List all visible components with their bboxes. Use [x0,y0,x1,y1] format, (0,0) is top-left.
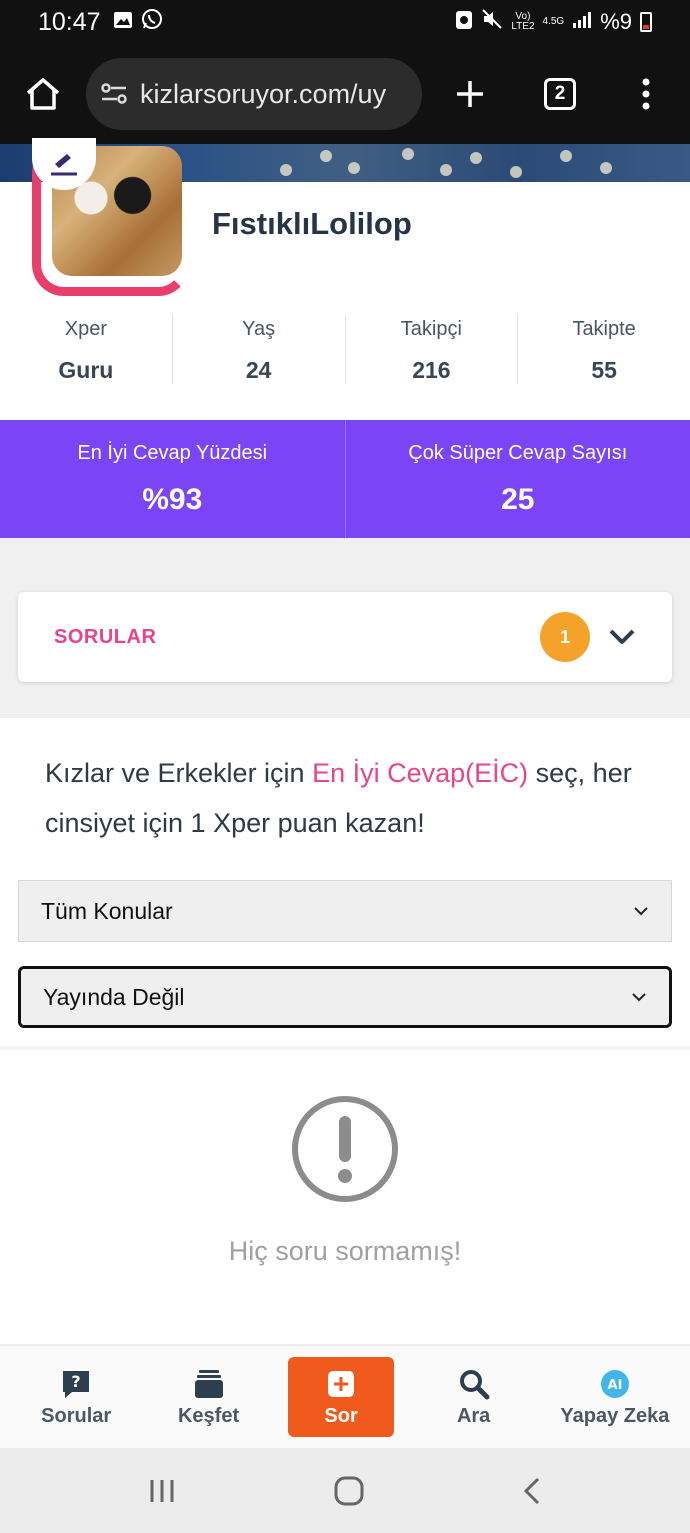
battery-percent: %9 [600,9,632,34]
highlight-value: 25 [501,483,535,516]
best-answer-link[interactable]: En İyi Cevap(EİC) [312,758,528,788]
nav-label: Keşfet [177,1404,240,1427]
stat-age: Yaş 24 [173,314,346,384]
highlight-label: Çok Süper Cevap Sayısı [408,442,628,464]
best-answer-percent: En İyi Cevap Yüzdesi %93 [0,420,345,538]
url-text: kizlarsoruyor.com/uy [140,78,387,109]
home-nav-icon[interactable] [333,1475,365,1507]
questions-content: Kızlar ve Erkekler için En İyi Cevap(EİC… [0,718,690,1046]
status-select[interactable]: Yayında Değil [18,966,672,1028]
alert-circle-icon [292,1096,398,1202]
nav-label: Sorular [41,1404,112,1427]
whatsapp-icon [141,8,163,37]
nav-ara[interactable]: Ara [407,1357,539,1437]
highlight-label: En İyi Cevap Yüzdesi [77,442,268,464]
stat-following[interactable]: Takipte 55 [518,314,690,384]
browser-toolbar: kizlarsoruyor.com/uy 2 [0,44,690,144]
svg-text:?: ? [72,1372,81,1391]
topic-select[interactable]: Tüm Konular [18,880,672,942]
new-tab-button[interactable] [422,44,518,144]
highlight-value: %93 [142,483,203,516]
clock: 10:47 [38,7,101,36]
stat-label: Takipçi [400,318,462,340]
recycle-icon [455,8,473,36]
nav-kesfet[interactable]: Keşfet [142,1357,274,1437]
browser-menu-button[interactable] [602,44,690,144]
stat-value: Guru [58,357,114,383]
chevron-down-icon [632,993,646,1002]
stat-label: Yaş [242,318,276,340]
status-bar: 10:47 Vo) LTE2 4.5G %9 [0,0,690,44]
stat-xper: Xper Guru [0,314,173,384]
profile-header: FıstıklıLolilop Xper Guru Yaş 24 Takipçi… [0,138,690,420]
topic-select-value: Tüm Konular [41,897,173,924]
net-speed: 4.5G [542,16,565,27]
stats-row: Xper Guru Yaş 24 Takipçi 216 Takipte 55 [0,314,690,384]
nav-sor[interactable]: Sor [287,1357,395,1437]
stat-label: Xper [64,318,107,340]
site-settings-icon [101,83,127,104]
recent-apps-icon[interactable] [148,1477,176,1505]
plus-icon [457,81,483,107]
stat-label: Takipte [572,318,636,340]
question-bubble-icon: ? [63,1370,90,1398]
nav-label: Sor [324,1404,358,1427]
promo-text: Kızlar ve Erkekler için En İyi Cevap(EİC… [45,748,655,848]
plus-square-icon [328,1370,355,1397]
empty-state: Hiç soru sormamış! [0,1046,690,1344]
questions-section-toggle[interactable]: SORULAR 1 [18,592,672,682]
section-title: SORULAR [54,625,157,648]
tab-switcher-button[interactable]: 2 [518,44,602,144]
ai-badge-text: AI [607,1378,622,1393]
nav-label: Yapay Zeka [560,1404,670,1427]
chevron-down-icon [609,629,635,644]
network-type: Vo) LTE2 [511,11,535,32]
signal-icon [572,9,592,35]
tab-count: 2 [544,78,576,110]
home-icon [26,78,60,110]
back-icon[interactable] [522,1476,542,1506]
answer-highlights: En İyi Cevap Yüzdesi %93 Çok Süper Cevap… [0,420,690,538]
system-navigation [0,1448,690,1533]
mute-icon [481,8,503,36]
ai-icon: AI [600,1369,629,1398]
section-area: SORULAR 1 [0,556,690,718]
nav-sorular[interactable]: ? Sorular [10,1357,142,1437]
stat-followers[interactable]: Takipçi 216 [346,314,519,384]
stat-value: 55 [591,357,617,383]
stat-value: 24 [245,357,272,383]
status-select-value: Yayında Değil [43,983,185,1010]
search-icon [459,1369,490,1399]
address-bar[interactable]: kizlarsoruyor.com/uy [86,58,422,130]
nav-label: Ara [456,1404,491,1427]
username: FıstıklıLolilop [212,206,412,241]
super-answer-count: Çok Süper Cevap Sayısı 25 [344,420,690,538]
home-button[interactable] [0,44,86,144]
chevron-down-icon [634,907,648,916]
nav-yapay-zeka[interactable]: AI Yapay Zeka [540,1357,690,1437]
count-badge: 1 [540,612,590,662]
stat-value: 216 [412,357,451,383]
edit-icon [51,154,77,176]
battery-icon [640,12,652,32]
bottom-navigation: ? Sorular Keşfet Sor Ara AI Yapay Zeka [0,1344,690,1448]
empty-message: Hiç soru sormamış! [228,1236,462,1266]
cards-stack-icon [194,1369,223,1398]
more-vert-icon [642,78,650,110]
promo-part: Kızlar ve Erkekler için [45,758,313,788]
gallery-icon [113,8,133,36]
